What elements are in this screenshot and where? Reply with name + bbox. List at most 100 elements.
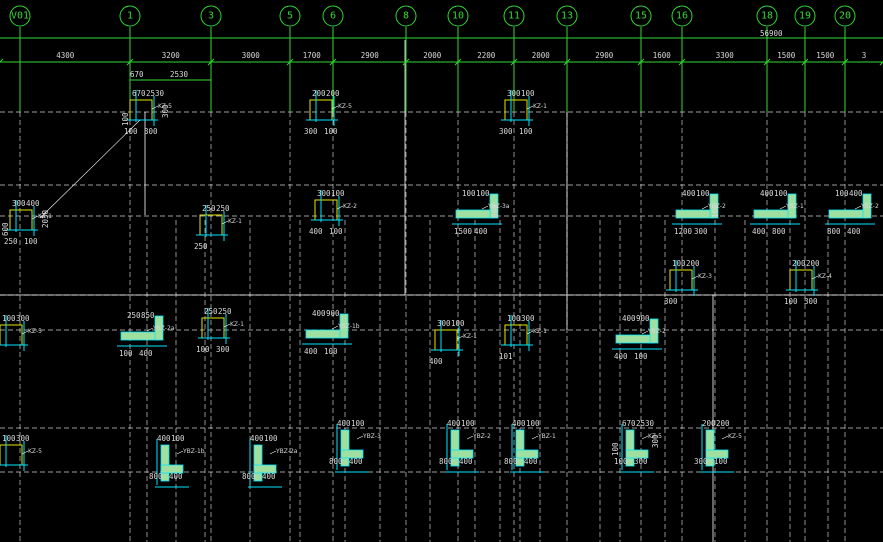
wall-section bbox=[753, 209, 793, 219]
spacing-dimension-text: 2900 bbox=[361, 51, 380, 60]
column-detail: KZ-5 200 200 300 100 bbox=[304, 89, 352, 136]
axis-label: 16 bbox=[676, 11, 688, 22]
column-detail: KZ-4 200 200 100 300 bbox=[784, 259, 832, 306]
column-dim-text: 100 bbox=[119, 349, 133, 358]
axis-label: 3 bbox=[208, 11, 214, 22]
column-dim-text: 300 bbox=[499, 127, 513, 136]
column-dim-text: 100 bbox=[331, 189, 345, 198]
column-dim-text: 600 bbox=[1, 222, 10, 236]
column-dim-text: 200 bbox=[702, 419, 716, 428]
column-detail: KZ-1250 250250 bbox=[194, 204, 242, 251]
column-outline bbox=[314, 199, 338, 221]
column-dim-text: 400 bbox=[847, 227, 861, 236]
column-dim-text: 670 bbox=[622, 419, 636, 428]
column-tag: YBZ-3 bbox=[362, 433, 381, 440]
column-dim-text: 100 bbox=[696, 189, 710, 198]
wall-section bbox=[455, 209, 495, 219]
column-detail: KZ-1300 100300 100 bbox=[499, 89, 547, 136]
column-dim-text: 100 bbox=[351, 419, 365, 428]
wall-section bbox=[675, 209, 715, 219]
column-outline bbox=[129, 99, 153, 121]
column-dim-text: 100 bbox=[784, 297, 798, 306]
column-tag: KZ-1 bbox=[463, 333, 477, 340]
axis-label: 6 bbox=[330, 11, 336, 22]
column-detail: YBZ-2400 900400 100 bbox=[612, 314, 666, 361]
spacing-dimension-text: 2200 bbox=[477, 51, 496, 60]
axis-label: 19 bbox=[799, 11, 811, 22]
column-dim-text: 400 bbox=[752, 227, 766, 236]
column-dim-text: 300 bbox=[16, 314, 30, 323]
column-dim-text: 100 bbox=[507, 314, 521, 323]
column-dim-text: 300 bbox=[16, 434, 30, 443]
column-dim-text: 300 bbox=[694, 457, 708, 466]
column-tag: KZ-2 bbox=[343, 203, 357, 210]
column-detail: YBZ-1400 100800 400 bbox=[504, 419, 556, 473]
column-detail: YBZ-3400 100800 400 bbox=[329, 419, 381, 473]
spacing-dimension-text: 4300 bbox=[56, 51, 75, 60]
axis-label: 8 bbox=[403, 11, 409, 22]
column-detail: YBZ-3a100 1001500 400800 bbox=[452, 189, 510, 236]
column-dim-text: 400 bbox=[429, 357, 443, 366]
column-dim-text: 400 bbox=[622, 314, 636, 323]
column-dim-text: 800 bbox=[149, 472, 163, 481]
column-dim-text: 100 bbox=[324, 347, 338, 356]
column-dim-text: 300 bbox=[521, 314, 535, 323]
column-detail: YBZ-2a 250 850 100 400 bbox=[117, 311, 175, 358]
wall-section bbox=[120, 331, 160, 341]
grid-lines bbox=[0, 40, 883, 542]
axis-label: 11 bbox=[508, 11, 520, 22]
column-tag: YBZ-2 bbox=[472, 433, 491, 440]
column-dim-text: 100 bbox=[774, 189, 788, 198]
column-dim-text: 250 bbox=[204, 307, 218, 316]
column-dim-text: 300 bbox=[651, 434, 660, 448]
column-dim-text: 400 bbox=[262, 472, 276, 481]
column-dim-text: 400 bbox=[304, 347, 318, 356]
column-tag: YBZ-2 bbox=[647, 328, 666, 335]
spacing-dimension-text: 2000 bbox=[532, 51, 551, 60]
axis-label: V01 bbox=[11, 11, 29, 22]
column-dim-text: 100 bbox=[329, 227, 343, 236]
column-dim-text: 400 bbox=[849, 189, 863, 198]
wall-section bbox=[305, 329, 345, 339]
column-dim-text: 300 bbox=[304, 127, 318, 136]
column-dim-text: 400 bbox=[447, 419, 461, 428]
spacing-dimension-text: 1500 bbox=[816, 51, 835, 60]
column-dim-text: 200 bbox=[326, 89, 340, 98]
column-detail: KZ-5 100 300 bbox=[0, 314, 42, 351]
column-outline bbox=[434, 329, 458, 351]
column-dim-text: 400 bbox=[309, 227, 323, 236]
column-detail: YBZ-1b400 100800 400 bbox=[149, 434, 205, 488]
wall-section bbox=[828, 209, 868, 219]
column-detail: YBZ-2a400 100800 400 bbox=[242, 434, 298, 488]
column-tag: YBZ-2 bbox=[860, 203, 879, 210]
column-tag: YBZ-1b bbox=[337, 323, 360, 330]
column-outline bbox=[504, 99, 528, 121]
column-dim-text: 400 bbox=[614, 352, 628, 361]
column-tag: KZ-1 bbox=[230, 321, 244, 328]
column-tag: KZ-3 bbox=[698, 273, 712, 280]
column-tag: YBZ-2a bbox=[152, 325, 175, 332]
dimension-text: 2530 bbox=[170, 70, 189, 79]
column-detail: KZ-1 250 250 100 300 bbox=[196, 307, 244, 354]
column-dim-text: 100 bbox=[476, 189, 490, 198]
spacing-dimension-text: 3300 bbox=[716, 51, 735, 60]
column-detail: YBZ-1400 100400 800 bbox=[750, 189, 804, 236]
column-dim-text: 800 bbox=[827, 227, 841, 236]
cad-drawing-canvas[interactable]: V01 1 3 5 6 8 10 11 13 15 16 18 19 20 569004300 3200 30… bbox=[0, 0, 883, 542]
column-dim-text: 400 bbox=[312, 309, 326, 318]
column-dim-text: 100 bbox=[672, 259, 686, 268]
column-dim-text: 300 bbox=[634, 457, 648, 466]
column-tag: YBZ-1 bbox=[537, 433, 556, 440]
column-dim-text: 101 bbox=[499, 352, 513, 361]
column-dim-text: 400 bbox=[157, 434, 171, 443]
column-outline bbox=[0, 444, 23, 466]
wall-section bbox=[615, 334, 655, 344]
spacing-dimension-text: 3200 bbox=[162, 51, 181, 60]
column-detail: KZ-5 200 200 300 100 bbox=[694, 419, 742, 473]
column-outline bbox=[789, 269, 813, 291]
column-tag: KZ-5 bbox=[728, 433, 742, 440]
column-dim-text: 400 bbox=[250, 434, 264, 443]
column-dim-text: 200 bbox=[716, 419, 730, 428]
column-detail: KZ-3 100 200 300 bbox=[664, 259, 712, 306]
axis-label: 18 bbox=[761, 11, 773, 22]
